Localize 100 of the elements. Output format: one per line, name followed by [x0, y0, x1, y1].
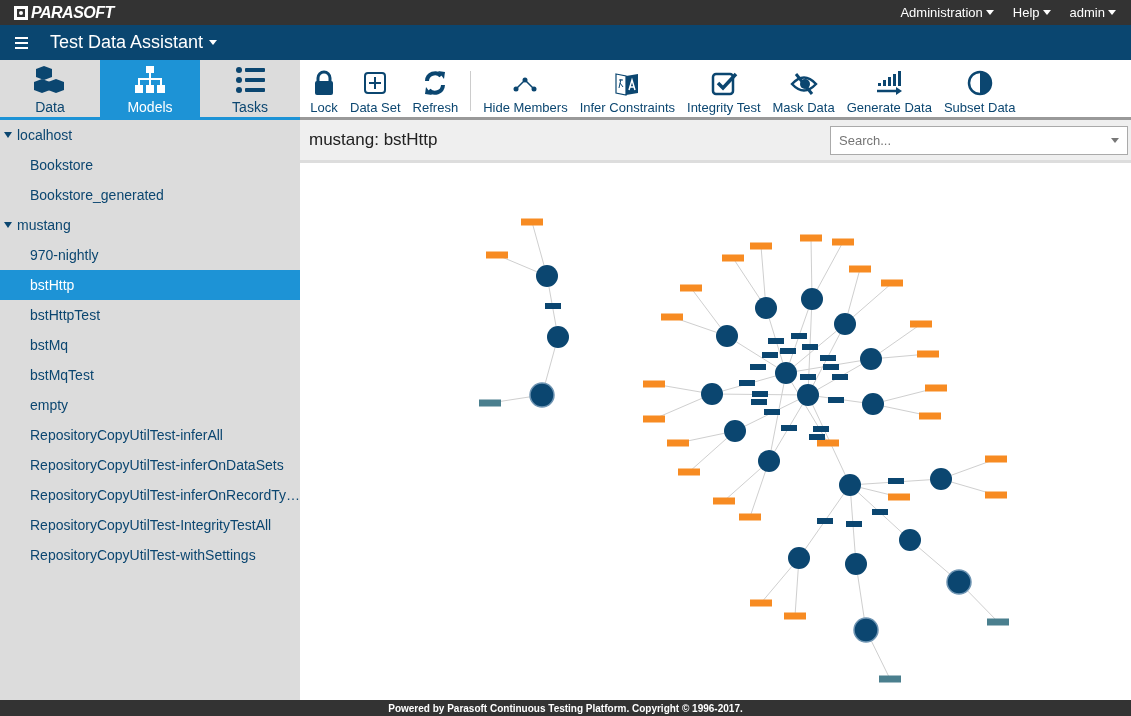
entity-node — [724, 420, 746, 442]
field-node — [486, 251, 508, 259]
relation-node — [791, 333, 807, 339]
source-node — [479, 399, 501, 407]
field-node — [881, 279, 903, 287]
entity-node — [701, 383, 723, 405]
toolbar-button[interactable]: Mask Data — [766, 69, 841, 117]
hierarchy-icon — [133, 65, 167, 95]
relation-node — [846, 521, 862, 527]
relation-node — [768, 338, 784, 344]
entity-node — [775, 362, 797, 384]
toolbar-button[interactable]: Generate Data — [840, 69, 938, 117]
field-node — [643, 415, 665, 423]
source-node — [879, 675, 901, 683]
relation-node — [888, 478, 904, 484]
relation-node — [800, 374, 816, 380]
edge-line — [548, 286, 557, 327]
menu-dropdown[interactable]: Help — [1012, 5, 1056, 20]
field-node — [739, 513, 761, 521]
field-node — [849, 265, 871, 273]
edge-line — [804, 493, 845, 550]
field-node — [784, 612, 806, 620]
field-node — [713, 497, 735, 505]
search-field[interactable]: Search... — [830, 125, 1128, 155]
entity-node — [801, 288, 823, 310]
entity-node — [860, 348, 882, 370]
edge-line — [860, 479, 931, 485]
relation-node — [809, 434, 825, 440]
entity-node — [853, 617, 879, 643]
caret-icon — [1108, 10, 1116, 15]
caret-icon[interactable] — [1111, 137, 1119, 143]
toolbar-button[interactable]: Refresh — [406, 69, 465, 117]
field-node — [667, 439, 689, 447]
logo: PARASOFT — [31, 3, 114, 22]
tree-item[interactable]: RepositoryCopyUtilTest-inferOnRecordTy… — [0, 480, 300, 510]
edge-line — [917, 546, 952, 576]
relation-node — [780, 348, 796, 354]
field-node — [678, 468, 700, 476]
entity-node — [845, 553, 867, 575]
menu-icon[interactable] — [15, 36, 28, 49]
field-node — [680, 284, 702, 292]
entity-node — [797, 384, 819, 406]
relation-node — [820, 355, 836, 361]
field-node — [800, 234, 822, 242]
entity-node — [529, 382, 555, 408]
entity-node — [536, 265, 558, 287]
tree-node[interactable]: localhost — [0, 120, 300, 150]
tree-item[interactable]: bstMqTest — [0, 360, 300, 390]
bars-arrow-icon — [875, 69, 904, 97]
entity-node — [946, 569, 972, 595]
cubes-icon — [33, 65, 67, 95]
relation-node — [823, 364, 839, 370]
toolbar-button[interactable]: Subset Data — [937, 69, 1022, 117]
tree-item[interactable]: RepositoryCopyUtilTest-withSettings — [0, 540, 300, 570]
tree-item[interactable]: bstMq — [0, 330, 300, 360]
field-node — [643, 380, 665, 388]
field-node — [985, 455, 1007, 463]
tree-item[interactable]: 970-nightly — [0, 240, 300, 270]
app-title-dropdown[interactable]: Test Data Assistant — [50, 32, 218, 53]
relation-node — [802, 344, 818, 350]
relation-node — [813, 426, 829, 432]
tree-item[interactable]: bstHttpTest — [0, 300, 300, 330]
tree-node[interactable]: mustang — [0, 210, 300, 240]
entity-node — [862, 393, 884, 415]
field-node — [817, 439, 839, 447]
tree-item[interactable]: RepositoryCopyUtilTest-inferOnDataSets — [0, 450, 300, 480]
menu-dropdown[interactable]: admin — [1069, 5, 1121, 20]
tree-item[interactable]: Bookstore_generated — [0, 180, 300, 210]
tree-item[interactable]: RepositoryCopyUtilTest-IntegrityTestAll — [0, 510, 300, 540]
field-node — [661, 313, 683, 321]
toolbar-button[interactable]: Lock — [304, 69, 344, 117]
toolbar-button[interactable]: Data Set — [344, 69, 407, 117]
relation-node — [750, 364, 766, 370]
tree-item[interactable]: empty — [0, 390, 300, 420]
relation-node — [739, 380, 755, 386]
tree-item[interactable]: RepositoryCopyUtilTest-inferAll — [0, 420, 300, 450]
field-node — [722, 254, 744, 262]
caret-icon — [209, 40, 218, 45]
entity-node — [755, 297, 777, 319]
toolbar-button[interactable]: Integrity Test — [681, 69, 767, 117]
menu-dropdown[interactable]: Administration — [900, 5, 999, 20]
footer-text: Powered by Parasoft Continuous Testing Platform. Copyright © 1996-2017. — [0, 700, 1131, 716]
edge-line — [544, 347, 556, 385]
tree-item[interactable]: Bookstore — [0, 150, 300, 180]
expanded-triangle-icon[interactable] — [4, 222, 12, 228]
relation-node — [751, 399, 767, 405]
edge-line — [857, 574, 865, 620]
toolbar-button[interactable]: Infer Constraints — [573, 69, 682, 117]
relation-node — [781, 425, 797, 431]
entity-node — [788, 547, 810, 569]
expanded-triangle-icon[interactable] — [4, 132, 12, 138]
field-node — [521, 218, 543, 226]
field-node — [750, 242, 772, 250]
relation-node — [832, 374, 848, 380]
toolbar-button[interactable]: Hide Members — [477, 69, 574, 117]
field-node — [832, 238, 854, 246]
list-icon — [233, 65, 267, 95]
field-node — [888, 493, 910, 501]
source-node — [987, 618, 1009, 626]
relation-node — [817, 518, 833, 524]
